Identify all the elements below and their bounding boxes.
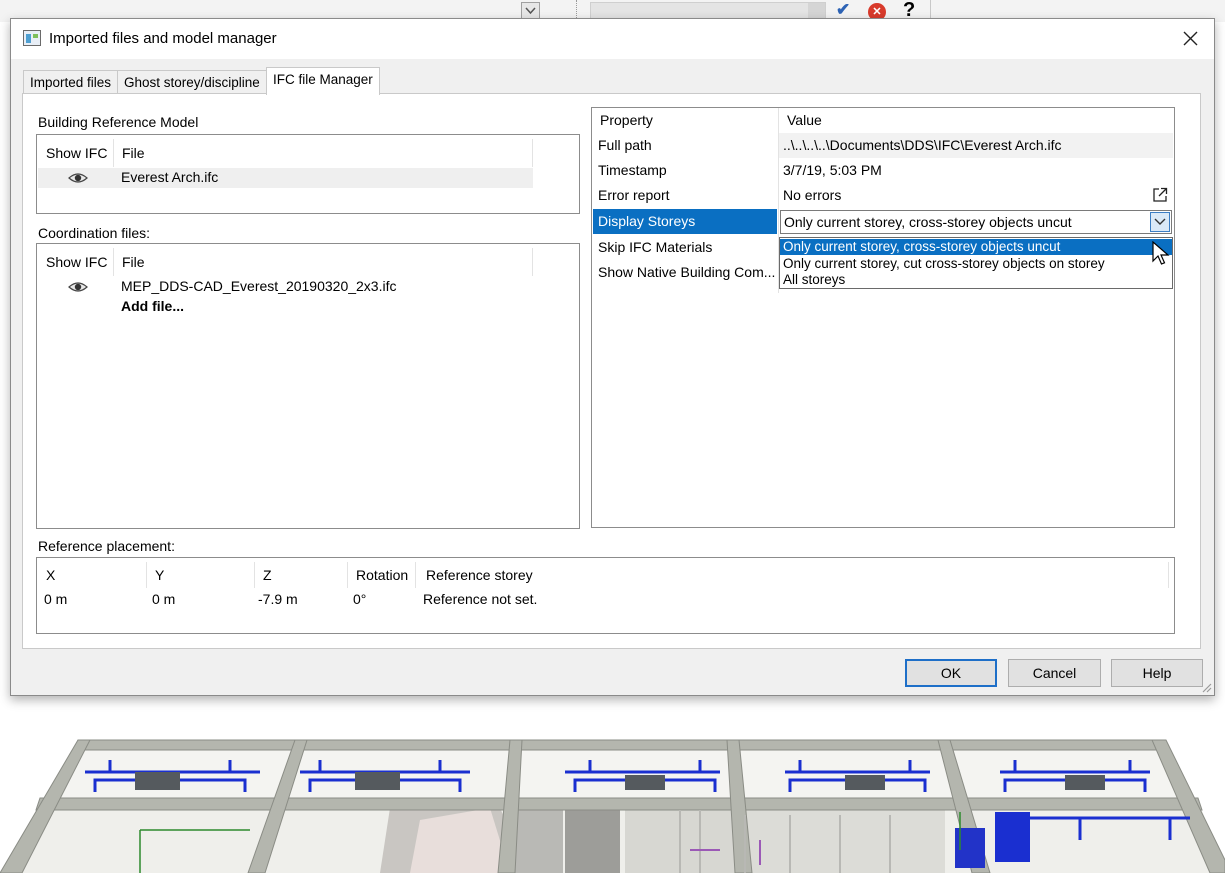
display-storeys-select[interactable]: Only current storey, cross-storey object… bbox=[780, 210, 1172, 234]
property-value: No errors bbox=[783, 187, 842, 203]
property-name: Show Native Building Com... bbox=[598, 264, 776, 280]
file-name[interactable]: Everest Arch.ifc bbox=[121, 169, 218, 185]
cancel-button[interactable]: Cancel bbox=[1008, 659, 1101, 687]
placement-z-value[interactable]: -7.9 m bbox=[258, 591, 298, 607]
title-bar: Imported files and model manager bbox=[11, 19, 1214, 59]
building-reference-label: Building Reference Model bbox=[38, 114, 199, 130]
property-header-row: Property Value bbox=[592, 108, 1174, 133]
chevron-down-icon bbox=[525, 7, 536, 15]
property-row-display-storeys[interactable]: Display Storeys Only current storey, cro… bbox=[592, 209, 1174, 234]
ok-button[interactable]: OK bbox=[905, 659, 997, 687]
placement-x-value[interactable]: 0 m bbox=[44, 591, 67, 607]
value-header: Value bbox=[787, 112, 822, 128]
display-storeys-dropdown-list: Only current storey, cross-storey object… bbox=[779, 237, 1173, 289]
imported-files-dialog: Imported files and model manager Importe… bbox=[10, 18, 1215, 696]
close-button[interactable] bbox=[1168, 19, 1214, 59]
dropdown-option[interactable]: Only current storey, cross-storey object… bbox=[780, 239, 1172, 255]
column-divider bbox=[532, 248, 533, 276]
column-header-rotation[interactable]: Rotation bbox=[356, 567, 408, 583]
eye-icon[interactable] bbox=[68, 281, 88, 293]
column-divider bbox=[532, 139, 533, 167]
property-header: Property bbox=[600, 112, 653, 128]
help-button[interactable]: Help bbox=[1111, 659, 1203, 687]
coordination-files-list[interactable]: Show IFC File MEP_DDS-CAD_Everest_201903… bbox=[36, 243, 580, 529]
file-name[interactable]: MEP_DDS-CAD_Everest_20190320_2x3.ifc bbox=[121, 278, 396, 294]
column-divider bbox=[113, 248, 114, 276]
property-value: ..\..\..\..\Documents\DDS\IFC\Everest Ar… bbox=[783, 137, 1062, 153]
column-divider bbox=[1168, 562, 1169, 588]
tab-ifc-file-manager[interactable]: IFC file Manager bbox=[266, 67, 380, 95]
property-name: Full path bbox=[598, 137, 652, 153]
column-header-reference-storey[interactable]: Reference storey bbox=[426, 567, 533, 583]
property-name: Skip IFC Materials bbox=[598, 239, 713, 255]
column-divider bbox=[113, 139, 114, 167]
column-header-show-ifc[interactable]: Show IFC bbox=[46, 145, 107, 161]
coordination-files-label: Coordination files: bbox=[38, 225, 151, 241]
placement-storey-value[interactable]: Reference not set. bbox=[423, 591, 537, 607]
close-icon bbox=[1183, 31, 1198, 46]
dialog-title: Imported files and model manager bbox=[49, 30, 277, 47]
open-external-icon[interactable] bbox=[1152, 187, 1168, 203]
column-header-y[interactable]: Y bbox=[155, 567, 164, 583]
add-file-link[interactable]: Add file... bbox=[121, 298, 184, 314]
list-item[interactable] bbox=[38, 168, 533, 188]
dropdown-option[interactable]: All storeys bbox=[780, 272, 1172, 288]
checkmark-icon[interactable]: ✔ bbox=[836, 0, 850, 20]
eye-icon[interactable] bbox=[68, 172, 88, 184]
placement-rotation-value[interactable]: 0° bbox=[353, 591, 366, 607]
select-value: Only current storey, cross-storey object… bbox=[784, 214, 1072, 230]
column-header-z[interactable]: Z bbox=[263, 567, 272, 583]
app-window-icon bbox=[23, 30, 41, 46]
property-name: Display Storeys bbox=[598, 213, 696, 229]
column-header-x[interactable]: X bbox=[46, 567, 55, 583]
column-divider bbox=[415, 562, 416, 588]
toolbar-combo-arrow[interactable] bbox=[808, 3, 825, 19]
property-row-highlight: Display Storeys bbox=[593, 209, 777, 234]
reference-placement-table: X Y Z Rotation Reference storey 0 m 0 m … bbox=[36, 557, 1175, 634]
column-header-show-ifc[interactable]: Show IFC bbox=[46, 254, 107, 270]
property-value: 3/7/19, 5:03 PM bbox=[783, 162, 882, 178]
property-row-timestamp[interactable]: Timestamp 3/7/19, 5:03 PM bbox=[592, 158, 1174, 183]
column-header-file[interactable]: File bbox=[122, 145, 145, 161]
reference-placement-label: Reference placement: bbox=[38, 538, 175, 554]
column-header-file[interactable]: File bbox=[122, 254, 145, 270]
tab-ghost-storey[interactable]: Ghost storey/discipline bbox=[117, 70, 267, 94]
property-name: Timestamp bbox=[598, 162, 667, 178]
mouse-cursor-icon bbox=[1152, 241, 1170, 265]
property-grid: Property Value Full path ..\..\..\..\Doc… bbox=[591, 107, 1175, 528]
model-3d-view bbox=[0, 700, 1225, 873]
placement-y-value[interactable]: 0 m bbox=[152, 591, 175, 607]
chevron-down-icon bbox=[1154, 218, 1166, 225]
property-name: Error report bbox=[598, 187, 670, 203]
property-row-error-report[interactable]: Error report No errors bbox=[592, 183, 1174, 208]
property-row-full-path[interactable]: Full path ..\..\..\..\Documents\DDS\IFC\… bbox=[592, 133, 1174, 158]
resize-grip-icon[interactable] bbox=[1200, 681, 1212, 693]
dropdown-option[interactable]: Only current storey, cut cross-storey ob… bbox=[780, 256, 1172, 272]
building-reference-list[interactable]: Show IFC File Everest Arch.ifc bbox=[36, 134, 580, 214]
column-divider bbox=[254, 562, 255, 588]
tab-imported-files[interactable]: Imported files bbox=[23, 70, 119, 94]
dropdown-button[interactable] bbox=[1150, 212, 1170, 232]
column-divider bbox=[347, 562, 348, 588]
column-divider bbox=[146, 562, 147, 588]
